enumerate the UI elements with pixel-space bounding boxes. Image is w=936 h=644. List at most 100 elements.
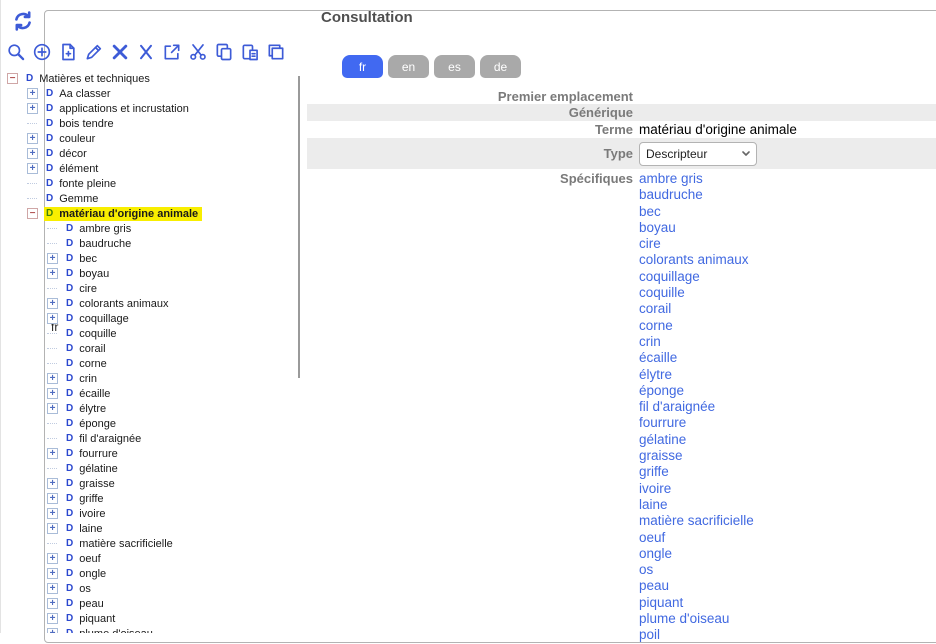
tree-item[interactable]: + DAa classer — [3, 86, 297, 101]
tree-expander-icon[interactable]: + — [47, 628, 58, 633]
tree-item-label[interactable]: corne — [79, 358, 107, 370]
specific-term-link[interactable]: boyau — [639, 220, 754, 236]
tree-item-label[interactable]: couleur — [59, 133, 95, 145]
tree-expander-icon[interactable]: + — [47, 478, 58, 489]
tree-item-label[interactable]: fil d'araignée — [79, 433, 141, 445]
tree-expander-icon[interactable]: + — [47, 253, 58, 264]
tree-item[interactable]: + Doeuf — [3, 551, 297, 566]
specific-term-link[interactable]: élytre — [639, 367, 754, 383]
specific-term-link[interactable]: matière sacrificielle — [639, 513, 754, 529]
specific-term-link[interactable]: poil — [639, 627, 754, 643]
tree-item-label[interactable]: cire — [79, 283, 97, 295]
tree-item-label[interactable]: piquant — [79, 613, 115, 625]
tree-item-label[interactable]: ambre gris — [79, 223, 131, 235]
tab-en[interactable]: en — [388, 55, 429, 78]
tab-de[interactable]: de — [480, 55, 521, 78]
tree-expander-icon[interactable]: + — [47, 388, 58, 399]
tree-item[interactable]: + Dplume d'oiseau — [3, 626, 297, 633]
tree-item-label[interactable]: bois tendre — [59, 118, 113, 130]
tree-item-label[interactable]: élément — [59, 163, 98, 175]
tree-item-label[interactable]: os — [79, 583, 91, 595]
tree-item[interactable]: Dcorne — [3, 356, 297, 371]
edit-icon[interactable] — [83, 41, 104, 62]
specific-term-link[interactable]: écaille — [639, 350, 754, 366]
tree-item[interactable]: + Dos — [3, 581, 297, 596]
tree-item[interactable]: − DMatières et techniques — [3, 71, 297, 86]
tree-item[interactable]: Dgélatine — [3, 461, 297, 476]
tree-item[interactable]: Dmatière sacrificielle — [3, 536, 297, 551]
tree-item-label[interactable]: griffe — [79, 493, 103, 505]
tree-item-label[interactable]: ivoire — [79, 508, 105, 520]
tree-expander-icon[interactable]: + — [47, 583, 58, 594]
specific-term-link[interactable]: gélatine — [639, 432, 754, 448]
specific-term-link[interactable]: cire — [639, 236, 754, 252]
tree-item[interactable]: + Ddécor — [3, 146, 297, 161]
tree-item[interactable]: Dcorail — [3, 341, 297, 356]
tree-item-label[interactable]: baudruche — [79, 238, 131, 250]
tree-item-label[interactable]: boyau — [79, 268, 109, 280]
tree-item[interactable]: + Dgriffe — [3, 491, 297, 506]
tree-expander-icon[interactable]: + — [47, 403, 58, 414]
cut-icon[interactable] — [187, 41, 208, 62]
tree-expander-icon[interactable]: + — [47, 613, 58, 624]
tree-item-label[interactable]: applications et incrustation — [59, 103, 189, 115]
tree-expander-icon[interactable]: + — [47, 448, 58, 459]
tree-item-label[interactable]: fourrure — [79, 448, 118, 460]
remove-icon[interactable] — [135, 41, 156, 62]
tree-item[interactable]: + Dongle — [3, 566, 297, 581]
tree-item[interactable]: + Dgraisse — [3, 476, 297, 491]
tree-expander-icon[interactable]: + — [47, 523, 58, 534]
specific-term-link[interactable]: crin — [639, 334, 754, 350]
specific-term-link[interactable]: graisse — [639, 448, 754, 464]
refresh-icon[interactable] — [11, 9, 35, 33]
specific-term-link[interactable]: colorants animaux — [639, 252, 754, 268]
tree-expander-icon[interactable]: + — [47, 298, 58, 309]
tree-item-label[interactable]: éponge — [79, 418, 116, 430]
tree-item[interactable]: Dcire — [3, 281, 297, 296]
specific-term-link[interactable]: coquillage — [639, 269, 754, 285]
tree-item[interactable]: DGemme — [3, 191, 297, 206]
tree-item-label[interactable]: matière sacrificielle — [79, 538, 173, 550]
tree-item[interactable]: + Dbec — [3, 251, 297, 266]
tree-item-label[interactable]: coquillage — [79, 313, 129, 325]
specific-term-link[interactable]: baudruche — [639, 187, 754, 203]
tab-fr[interactable]: fr — [342, 55, 383, 78]
tree-item-label[interactable]: bec — [79, 253, 97, 265]
tree-item-label[interactable]: peau — [79, 598, 103, 610]
tree-item-label[interactable]: écaille — [79, 388, 110, 400]
specific-term-link[interactable]: corne — [639, 318, 754, 334]
tree-item[interactable]: + Dcrin — [3, 371, 297, 386]
tree-item[interactable]: + Dfourrure — [3, 446, 297, 461]
specific-term-link[interactable]: bec — [639, 204, 754, 220]
tree-item-label[interactable]: Aa classer — [59, 88, 110, 100]
specific-term-link[interactable]: ivoire — [639, 481, 754, 497]
tree-expander-icon[interactable]: + — [27, 163, 38, 174]
copy-icon[interactable] — [213, 41, 234, 62]
tree-expander-icon[interactable]: + — [27, 103, 38, 114]
tree-item-label[interactable]: coquille — [79, 328, 116, 340]
tree-item-label[interactable]: oeuf — [79, 553, 100, 565]
specific-term-link[interactable]: griffe — [639, 464, 754, 480]
tree-expander-icon[interactable]: + — [47, 493, 58, 504]
tree-item[interactable]: Dambre gris — [3, 221, 297, 236]
tree-item[interactable]: + Dlaine — [3, 521, 297, 536]
tree-item-label[interactable]: fonte pleine — [59, 178, 116, 190]
tree-item-label[interactable]: Matières et techniques — [39, 73, 150, 85]
tree-item-label[interactable]: laine — [79, 523, 102, 535]
specific-term-link[interactable]: ongle — [639, 546, 754, 562]
tree-item[interactable]: + Dpiquant — [3, 611, 297, 626]
tree-expander-icon[interactable]: − — [7, 73, 18, 84]
specific-term-link[interactable]: éponge — [639, 383, 754, 399]
tree-item-label[interactable]: Gemme — [59, 193, 98, 205]
add-icon[interactable] — [31, 41, 52, 62]
tree-item-label[interactable]: matériau d'origine animale — [59, 208, 198, 220]
tree-expander-icon[interactable]: + — [27, 148, 38, 159]
tree-expander-icon[interactable]: + — [27, 88, 38, 99]
tree-expander-icon[interactable]: + — [47, 598, 58, 609]
panel-splitter[interactable] — [298, 76, 300, 378]
tree-expander-icon[interactable]: + — [47, 508, 58, 519]
delete-icon[interactable] — [109, 41, 130, 62]
tree-item[interactable]: + Délytre — [3, 401, 297, 416]
paste-icon[interactable] — [239, 41, 260, 62]
tree-expander-icon[interactable]: + — [47, 268, 58, 279]
